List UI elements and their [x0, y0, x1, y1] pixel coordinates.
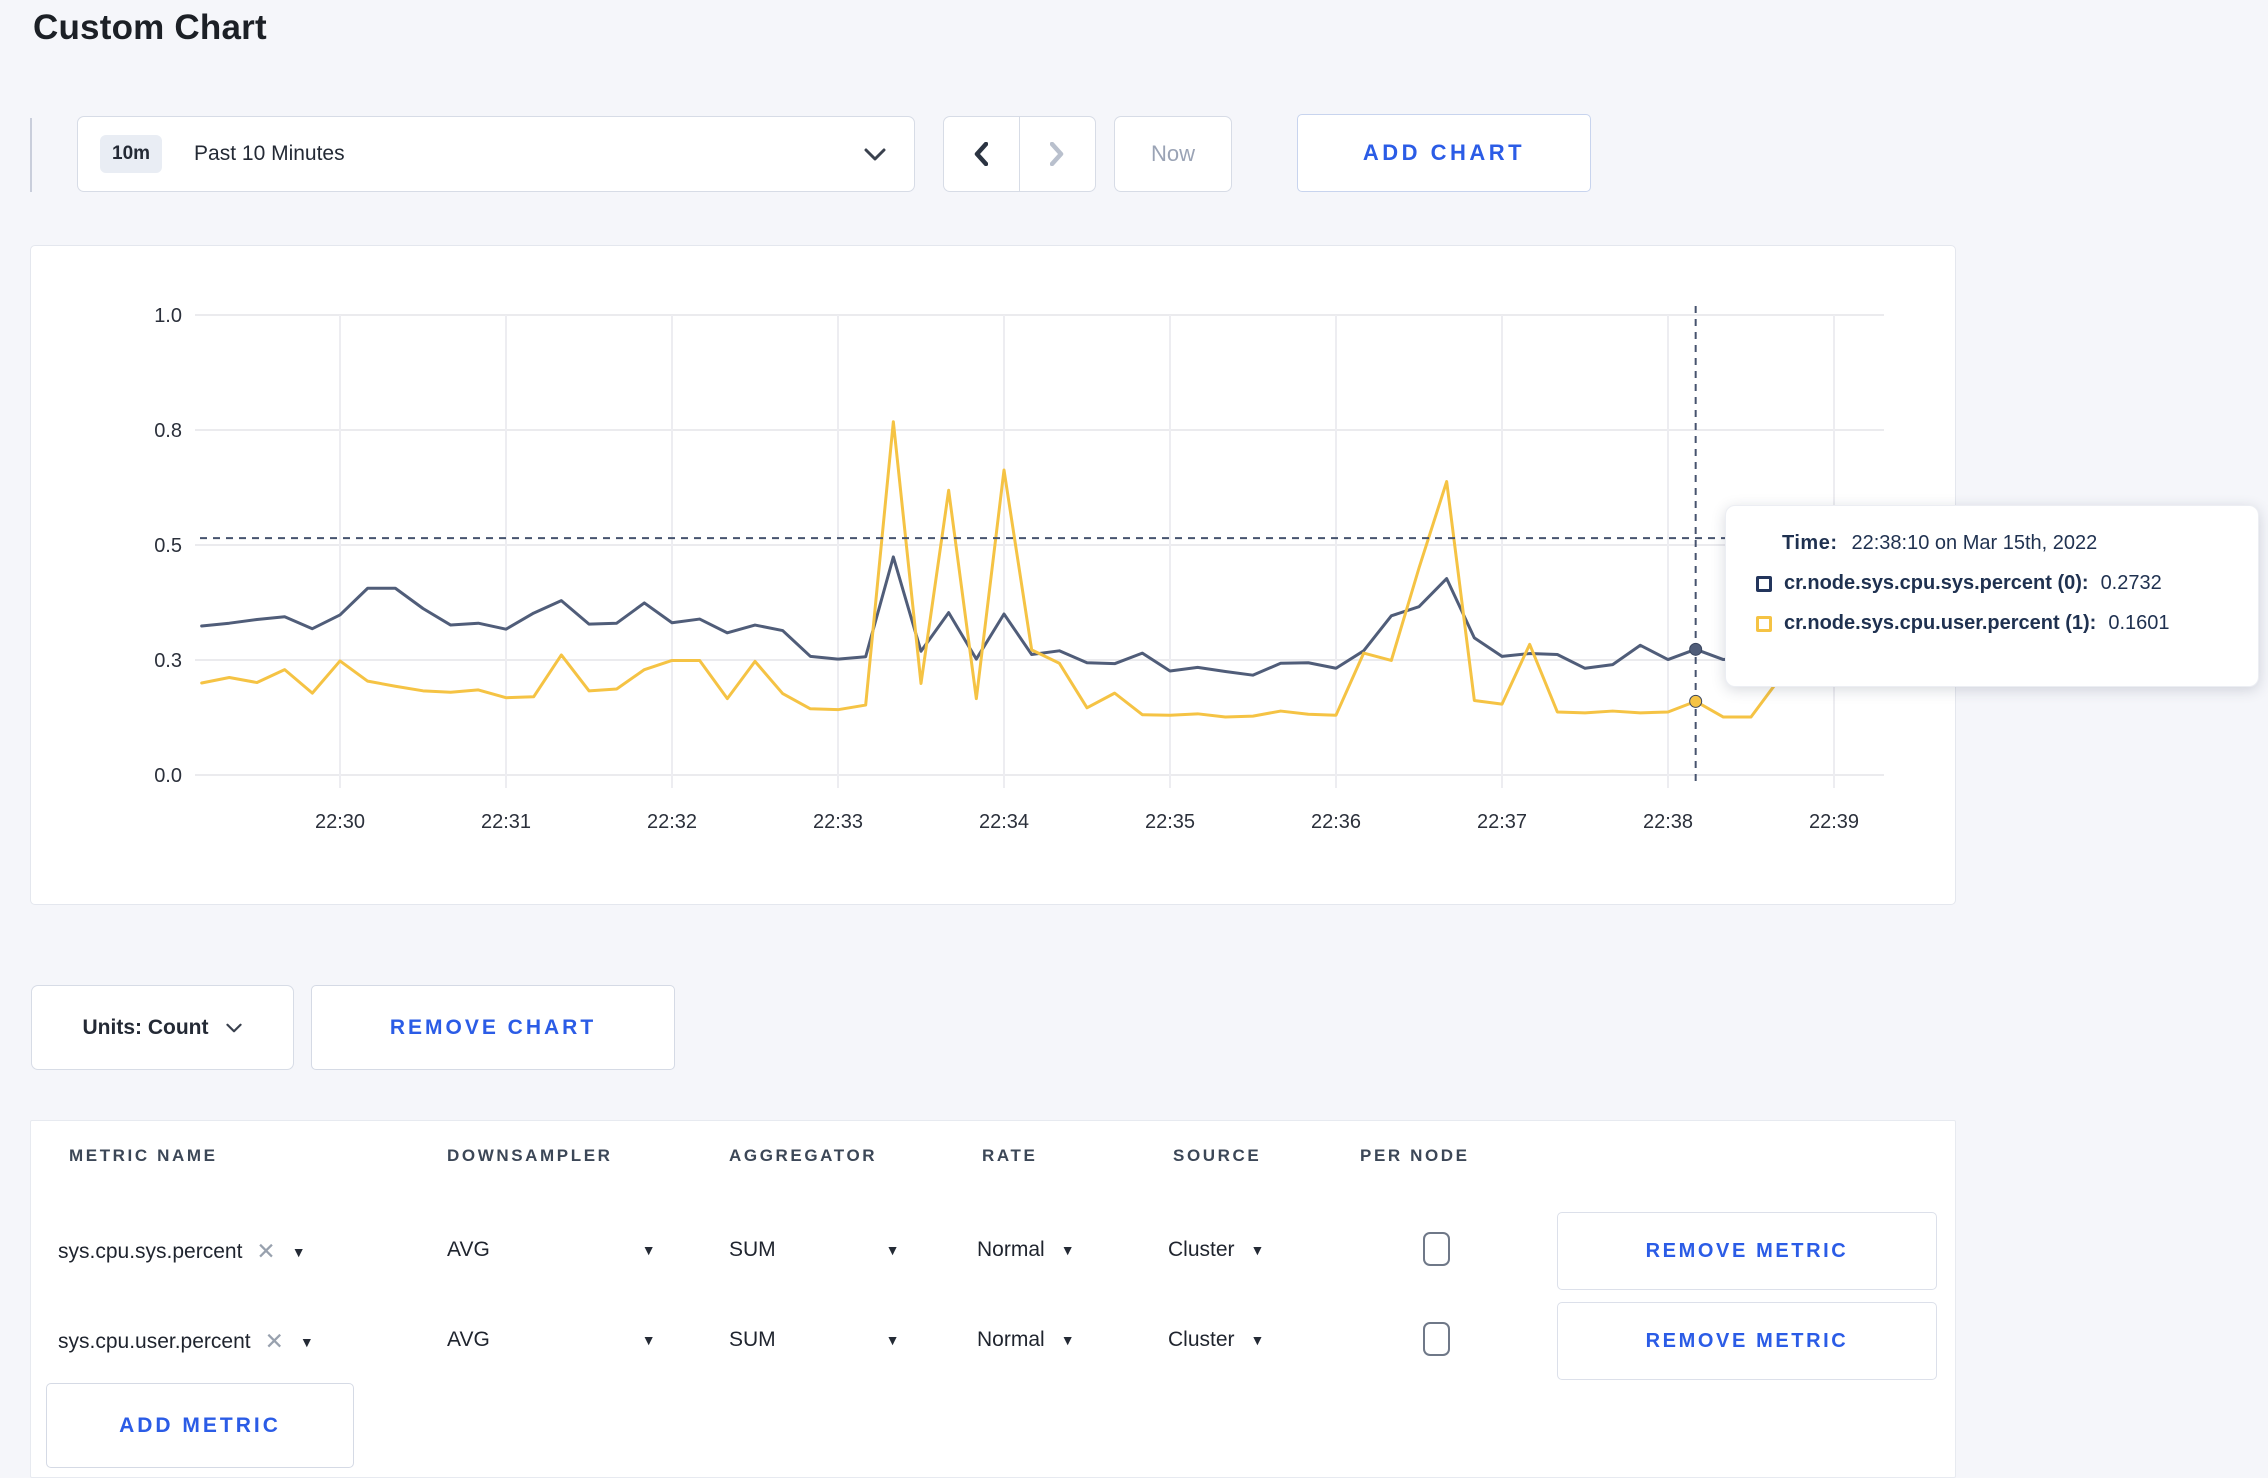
dropdown-arrow-icon: ▼ — [1250, 1332, 1265, 1348]
dropdown-arrow-icon: ▼ — [641, 1332, 656, 1348]
x-axis-tick-label: 22:36 — [1311, 811, 1361, 833]
tooltip-series-value: 0.2732 — [2100, 572, 2162, 594]
time-forward-button[interactable] — [1020, 117, 1096, 191]
source-select[interactable]: Cluster ▼ — [1168, 1238, 1264, 1262]
metric-name-select[interactable]: sys.cpu.sys.percent ✕ ▼ — [58, 1238, 306, 1265]
dropdown-arrow-icon: ▼ — [1060, 1242, 1075, 1258]
col-header-metric-name: METRIC NAME — [69, 1146, 218, 1165]
x-axis-tick-label: 22:39 — [1809, 811, 1859, 833]
dropdown-arrow-icon: ▼ — [885, 1332, 900, 1348]
custom-chart-plot[interactable]: 0.0 0.3 0.5 0.8 1.0 22:30 22:31 22:32 22:33 22:34… — [30, 245, 1956, 905]
tooltip-time-label: Time: — [1782, 532, 1838, 554]
dropdown-arrow-icon: ▼ — [1250, 1242, 1265, 1258]
tooltip-series-row: cr.node.sys.cpu.sys.percent (0): 0.2732 — [1756, 572, 2230, 595]
source-value: Cluster — [1168, 1328, 1235, 1351]
x-axis-tick-label: 22:38 — [1643, 811, 1693, 833]
time-back-button[interactable] — [944, 117, 1020, 191]
metric-name-value: sys.cpu.user.percent — [58, 1329, 251, 1353]
tooltip-time-value: 22:38:10 on Mar 15th, 2022 — [1851, 532, 2098, 554]
chevron-left-icon — [975, 142, 989, 166]
aggregator-select[interactable]: SUM ▼ — [729, 1328, 900, 1352]
series-color-swatch-sys — [1756, 575, 1772, 592]
y-axis-tick-label: 0.3 — [154, 650, 182, 672]
aggregator-value: SUM — [729, 1328, 776, 1351]
rate-select[interactable]: Normal ▼ — [977, 1238, 1075, 1262]
aggregator-value: SUM — [729, 1238, 776, 1261]
dropdown-arrow-icon: ▼ — [641, 1242, 656, 1258]
y-axis-tick-label: 1.0 — [154, 305, 182, 327]
downsampler-value: AVG — [447, 1328, 490, 1351]
per-node-checkbox[interactable] — [1423, 1232, 1450, 1266]
col-header-downsampler: DOWNSAMPLER — [447, 1146, 613, 1165]
remove-metric-button[interactable]: REMOVE METRIC — [1557, 1212, 1937, 1290]
x-axis-tick-label: 22:33 — [813, 811, 863, 833]
now-button[interactable]: Now — [1114, 116, 1232, 192]
page-title: Custom Chart — [33, 8, 267, 47]
add-chart-button[interactable]: ADD CHART — [1297, 114, 1591, 192]
time-window-dropdown[interactable]: 10m Past 10 Minutes — [77, 116, 915, 192]
rate-value: Normal — [977, 1238, 1045, 1261]
rate-value: Normal — [977, 1328, 1045, 1351]
metric-name-select[interactable]: sys.cpu.user.percent ✕ ▼ — [58, 1328, 314, 1355]
tooltip-time-row: Time: 22:38:10 on Mar 15th, 2022 — [1756, 532, 2230, 555]
x-axis-tick-label: 22:34 — [979, 811, 1029, 833]
x-axis-tick-label: 22:35 — [1145, 811, 1195, 833]
y-axis-tick-label: 0.8 — [154, 420, 182, 442]
dropdown-arrow-icon: ▼ — [885, 1242, 900, 1258]
add-metric-button[interactable]: ADD METRIC — [46, 1383, 354, 1468]
per-node-checkbox[interactable] — [1423, 1322, 1450, 1356]
x-axis-tick-label: 22:30 — [315, 811, 365, 833]
downsampler-select[interactable]: AVG ▼ — [447, 1238, 656, 1262]
col-header-aggregator: AGGREGATOR — [729, 1146, 878, 1165]
chart-tooltip: Time: 22:38:10 on Mar 15th, 2022 cr.node… — [1725, 505, 2259, 687]
downsampler-value: AVG — [447, 1238, 490, 1261]
source-value: Cluster — [1168, 1238, 1235, 1261]
tooltip-series-value: 0.1601 — [2108, 612, 2170, 634]
dropdown-arrow-icon: ▼ — [1060, 1332, 1075, 1348]
time-window-badge: 10m — [100, 135, 163, 173]
tooltip-series-row: cr.node.sys.cpu.user.percent (1): 0.1601 — [1756, 612, 2230, 635]
chevron-right-icon — [1050, 142, 1064, 166]
x-axis-tick-label: 22:31 — [481, 811, 531, 833]
y-axis-tick-label: 0.0 — [154, 765, 182, 787]
x-axis-tick-label: 22:37 — [1477, 811, 1527, 833]
remove-metric-button[interactable]: REMOVE METRIC — [1557, 1302, 1937, 1380]
downsampler-select[interactable]: AVG ▼ — [447, 1328, 656, 1352]
chevron-down-icon — [864, 148, 886, 160]
metric-name-value: sys.cpu.sys.percent — [58, 1239, 243, 1263]
aggregator-select[interactable]: SUM ▼ — [729, 1238, 900, 1262]
rate-select[interactable]: Normal ▼ — [977, 1328, 1075, 1352]
remove-chart-button[interactable]: REMOVE CHART — [311, 985, 675, 1070]
units-dropdown[interactable]: Units: Count — [31, 985, 294, 1070]
col-header-rate: RATE — [982, 1146, 1038, 1165]
source-select[interactable]: Cluster ▼ — [1168, 1328, 1264, 1352]
col-header-per-node: PER NODE — [1360, 1146, 1470, 1165]
units-label: Units: Count — [82, 1015, 209, 1039]
series-color-swatch-user — [1756, 615, 1772, 632]
controls-left-divider — [30, 118, 32, 192]
time-window-label: Past 10 Minutes — [194, 142, 345, 165]
y-axis-tick-label: 0.5 — [154, 535, 182, 557]
tooltip-series-label: cr.node.sys.cpu.user.percent (1): — [1784, 612, 2097, 634]
dropdown-arrow-icon: ▼ — [291, 1243, 306, 1260]
col-header-source: SOURCE — [1173, 1146, 1262, 1165]
tooltip-series-label: cr.node.sys.cpu.sys.percent (0): — [1784, 572, 2089, 594]
chevron-down-icon — [226, 1023, 243, 1032]
close-icon[interactable]: ✕ — [256, 1238, 275, 1265]
time-nav-group — [943, 116, 1096, 192]
close-icon[interactable]: ✕ — [265, 1328, 284, 1355]
dropdown-arrow-icon: ▼ — [299, 1333, 314, 1350]
x-axis-tick-label: 22:32 — [647, 811, 697, 833]
